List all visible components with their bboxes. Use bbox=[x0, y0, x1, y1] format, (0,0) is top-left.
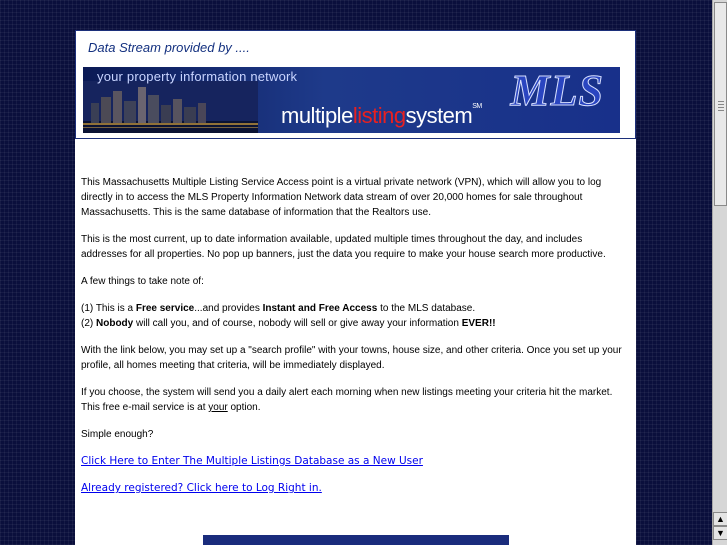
wordmark-system: system bbox=[405, 103, 473, 128]
scroll-up-arrow-icon[interactable]: ▲ bbox=[713, 512, 727, 526]
item2-prefix: (2) bbox=[81, 318, 96, 329]
item2-ever: EVER!! bbox=[461, 318, 496, 329]
new-user-link[interactable]: Click Here to Enter The Multiple Listing… bbox=[81, 455, 423, 467]
item1-free-service: Free service bbox=[135, 303, 195, 314]
notes-heading: A few things to take note of: bbox=[81, 276, 204, 287]
body-text: This Massachusetts Multiple Listing Serv… bbox=[81, 175, 629, 508]
scroll-down-arrow-icon[interactable]: ▼ bbox=[713, 526, 727, 540]
banner-tagline: your property information network bbox=[97, 69, 298, 84]
alert-prefix: If you choose, the system will send you … bbox=[81, 387, 613, 413]
intro-paragraph: This Massachusetts Multiple Listing Serv… bbox=[81, 177, 602, 218]
header-box: Data Stream provided by .... your proper… bbox=[75, 30, 636, 139]
data-stream-title: Data Stream provided by .... bbox=[88, 40, 250, 55]
item1-instant-access: Instant and Free Access bbox=[262, 303, 378, 314]
current-info-paragraph: This is the most current, up to date inf… bbox=[81, 234, 606, 260]
alert-suffix: option. bbox=[227, 402, 261, 413]
simple-enough-text: Simple enough? bbox=[81, 429, 154, 440]
grip-icon bbox=[718, 99, 724, 111]
search-profile-paragraph: With the link below, you may set up a "s… bbox=[81, 345, 622, 371]
servicemark: SM bbox=[472, 103, 482, 110]
wordmark-multiple: multiple bbox=[281, 103, 353, 128]
item1-suffix: to the MLS database. bbox=[377, 303, 476, 314]
item2-mid: will call you, and of course, nobody wil… bbox=[133, 318, 462, 329]
item1-mid: ...and provides bbox=[194, 303, 263, 314]
main-content-panel: Data Stream provided by .... your proper… bbox=[75, 30, 636, 545]
scrollbar-thumb[interactable] bbox=[714, 2, 727, 206]
vertical-scrollbar[interactable]: ▲ ▼ bbox=[712, 0, 727, 545]
login-link[interactable]: Already registered? Click here to Log Ri… bbox=[81, 482, 322, 494]
new-user-link-line: Click Here to Enter The Multiple Listing… bbox=[81, 454, 629, 469]
mls-wordmark: multiplelistingsystemSM bbox=[281, 103, 482, 129]
footer-banner-image bbox=[203, 535, 509, 545]
city-skyline-image bbox=[83, 81, 258, 133]
mls-banner: your property information network MLS mu… bbox=[83, 67, 620, 133]
daily-alert-paragraph: If you choose, the system will send you … bbox=[81, 385, 629, 415]
item1-prefix: (1) This is a bbox=[81, 303, 136, 314]
wordmark-listing: listing bbox=[352, 103, 406, 128]
login-link-line: Already registered? Click here to Log Ri… bbox=[81, 481, 629, 496]
alert-your: your bbox=[208, 402, 228, 413]
mls-logo: MLS bbox=[510, 67, 604, 116]
notes-list: (1) This is a Free service...and provide… bbox=[81, 301, 629, 331]
item2-nobody: Nobody bbox=[96, 318, 134, 329]
